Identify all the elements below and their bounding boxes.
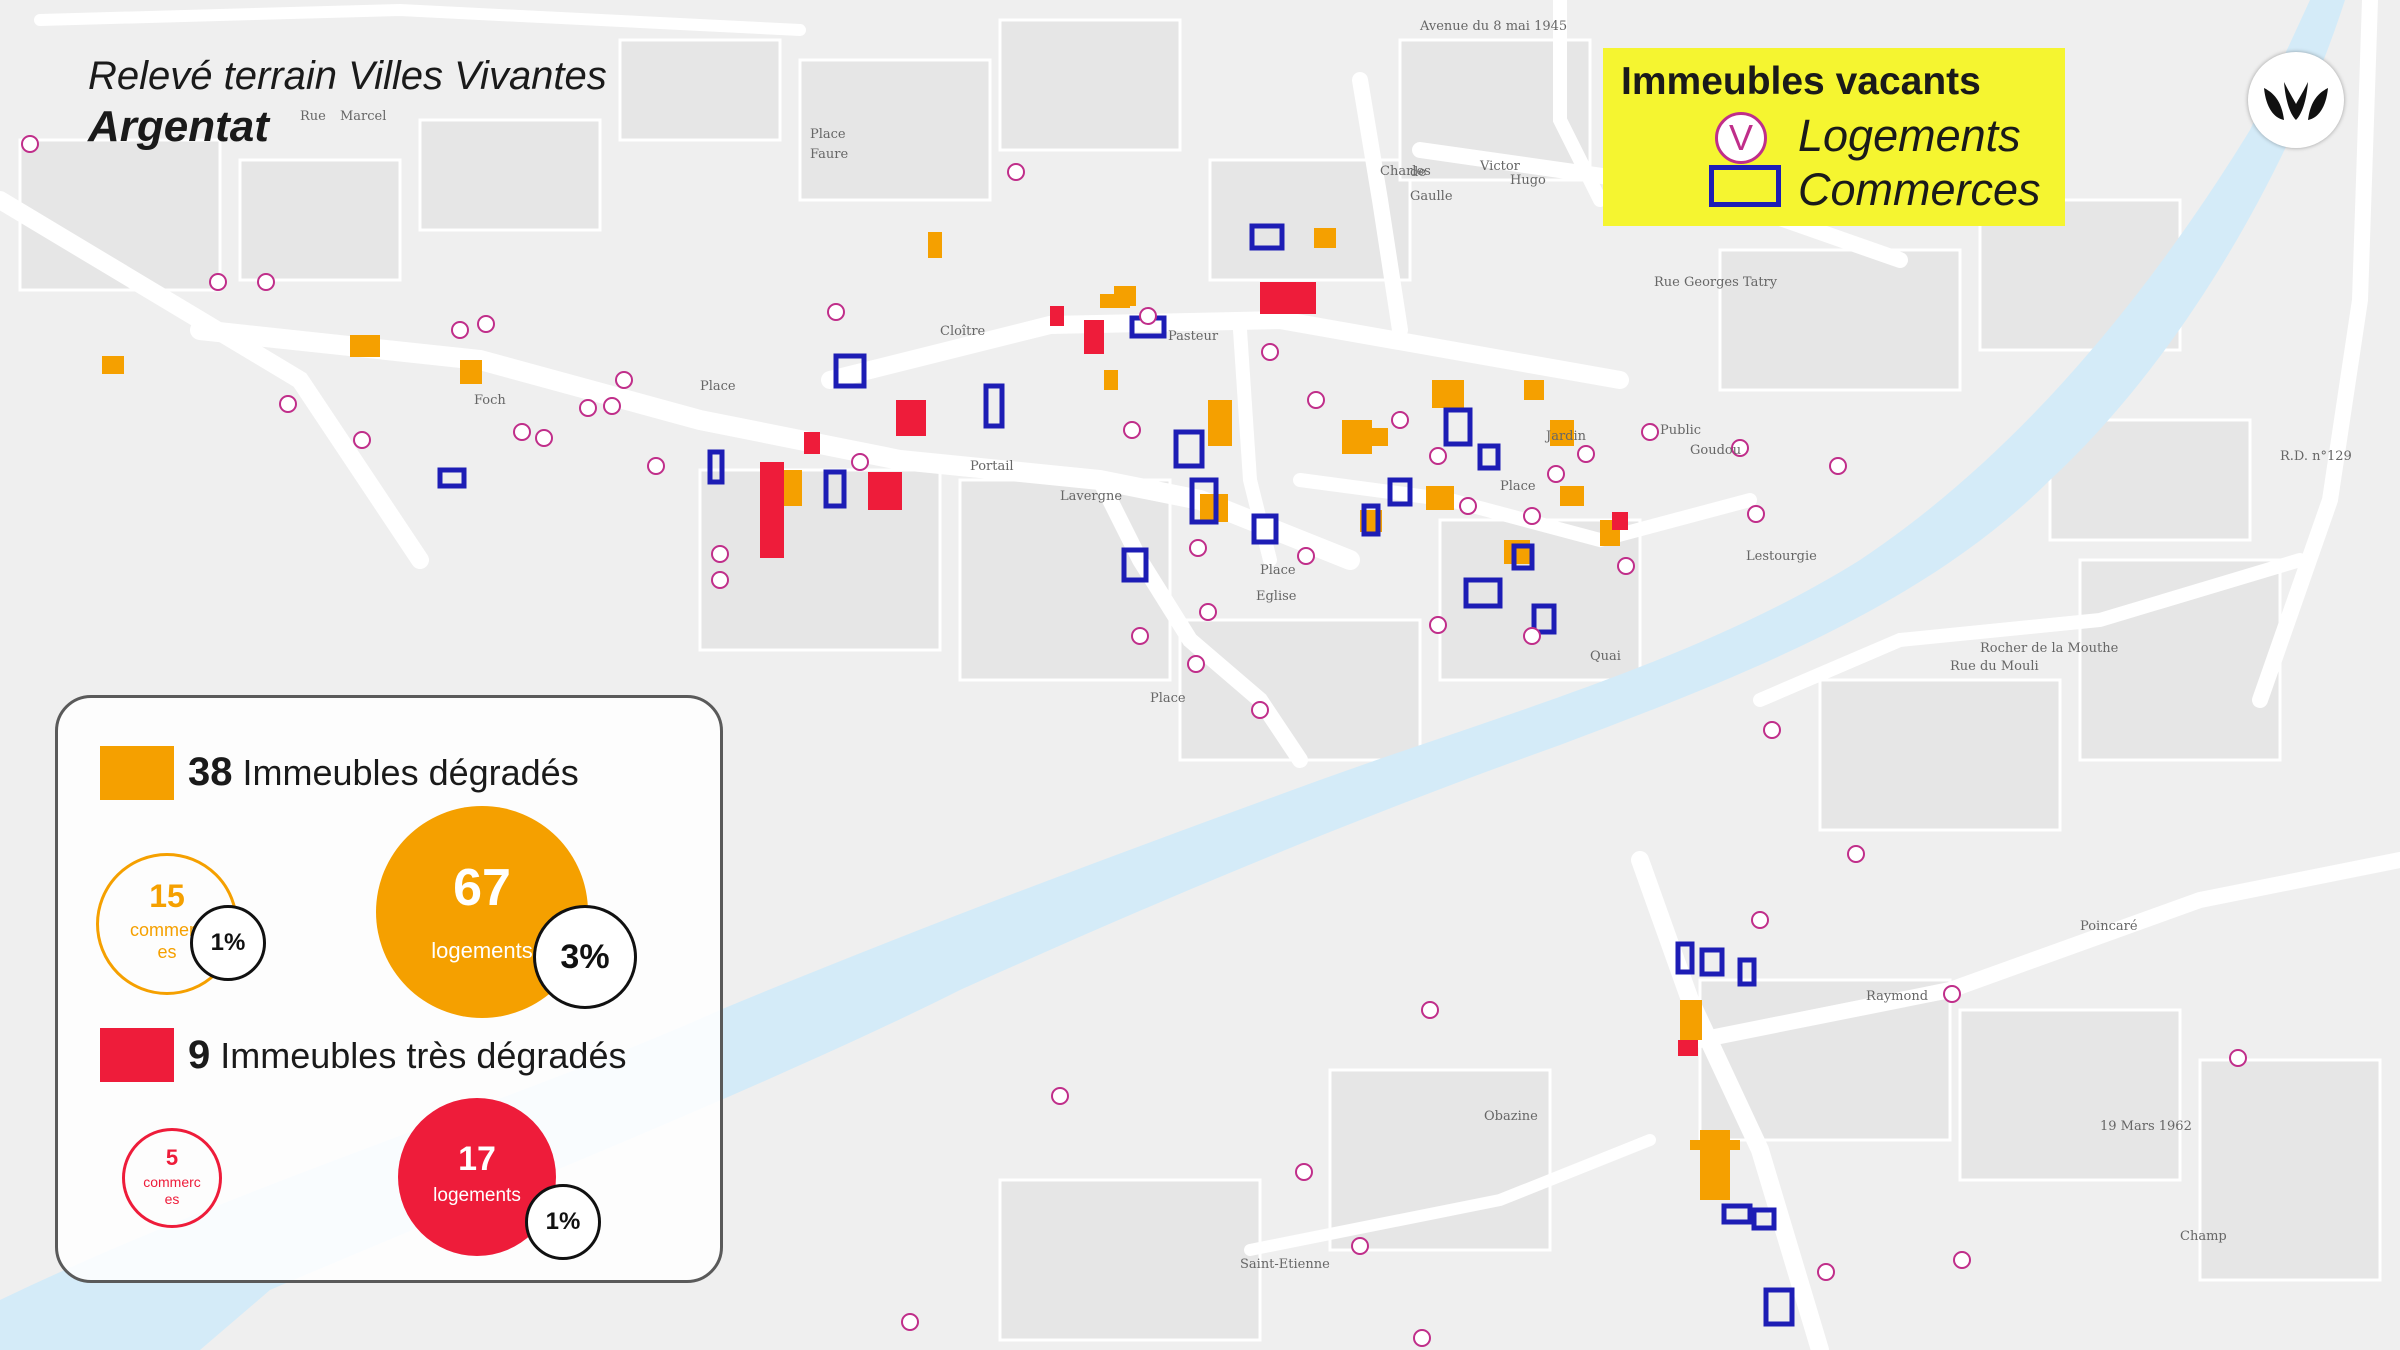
svg-text:Raymond: Raymond (1866, 989, 1928, 1004)
svg-text:Eglise: Eglise (1256, 589, 1297, 604)
very-degraded-swatch (100, 1028, 174, 1082)
svg-text:Rue du Mouli: Rue du Mouli (1950, 659, 2039, 674)
very-degraded-label: Immeubles très dégradés (220, 1035, 627, 1076)
degraded-housing-pct: 3% (533, 905, 637, 1009)
very-degraded-shops-circle: 5 commerces (122, 1128, 222, 1228)
svg-text:Lavergne: Lavergne (1060, 489, 1122, 504)
svg-text:de: de (1410, 165, 1426, 180)
town-name: Argentat (88, 102, 269, 151)
svg-text:Lestourgie: Lestourgie (1746, 549, 1817, 564)
very-degraded-housing-pct: 1% (525, 1184, 601, 1260)
svg-text:Hugo: Hugo (1510, 173, 1546, 188)
svg-text:Place: Place (1260, 563, 1296, 578)
svg-text:Victor: Victor (1479, 159, 1521, 174)
svg-text:Saint-Etienne: Saint-Etienne (1240, 1257, 1330, 1272)
statistics-panel: 38 Immeubles dégradés 15 commerces 1% 67… (55, 695, 723, 1283)
svg-text:Place: Place (810, 127, 846, 142)
degraded-count-line: 38 Immeubles dégradés (188, 750, 579, 795)
very-degraded-shops-count: 5 (165, 1145, 179, 1170)
svg-text:Place: Place (1150, 691, 1186, 706)
legend-housing-label: Logements (1798, 110, 2021, 161)
very-degraded-shops-label: commerces (143, 1174, 201, 1207)
vacant-buildings-legend: Immeubles vacants V Logements Commerces (1603, 48, 2065, 226)
svg-text:Poincaré: Poincaré (2080, 919, 2138, 934)
svg-text:Pasteur: Pasteur (1168, 329, 1219, 344)
legend-heading: Immeubles vacants (1621, 60, 1981, 103)
housing-v-icon: V (1715, 112, 1767, 164)
svg-text:Public: Public (1660, 423, 1701, 438)
shop-outline-icon (1709, 165, 1781, 207)
legend-shops-label: Commerces (1798, 164, 2041, 215)
svg-text:Foch: Foch (474, 393, 506, 408)
svg-text:Goudou: Goudou (1690, 443, 1741, 458)
svg-text:Place: Place (1500, 479, 1536, 494)
svg-text:Champ: Champ (2180, 1229, 2227, 1244)
svg-text:Rue Georges Tatry: Rue Georges Tatry (1654, 275, 1778, 290)
svg-text:Portail: Portail (970, 459, 1014, 474)
degraded-housing-count: 67 (453, 859, 511, 917)
svg-text:Faure: Faure (810, 147, 848, 162)
degraded-label: Immeubles dégradés (242, 752, 579, 793)
very-degraded-count: 9 (188, 1033, 211, 1077)
very-degraded-housing-count: 17 (458, 1140, 496, 1178)
map-title: Relevé terrain Villes Vivantes Argentat (88, 52, 607, 154)
leaf-logo-icon (2264, 82, 2328, 120)
svg-text:Cloître: Cloître (940, 324, 986, 339)
svg-text:Jardin: Jardin (1544, 429, 1587, 444)
svg-text:Obazine: Obazine (1484, 1109, 1538, 1124)
very-degraded-count-line: 9 Immeubles très dégradés (188, 1033, 626, 1078)
svg-text:Quai: Quai (1590, 649, 1621, 664)
svg-text:19 Mars 1962: 19 Mars 1962 (2100, 1119, 2192, 1134)
survey-title: Relevé terrain Villes Vivantes (88, 54, 607, 98)
svg-text:Place: Place (700, 379, 736, 394)
svg-text:R.D. n°129: R.D. n°129 (2280, 449, 2352, 464)
svg-text:Rocher de la Mouthe: Rocher de la Mouthe (1980, 641, 2119, 656)
degraded-swatch (100, 746, 174, 800)
degraded-count: 38 (188, 750, 233, 794)
brand-logo (2248, 52, 2344, 148)
svg-text:Avenue du 8 mai 1945: Avenue du 8 mai 1945 (1419, 19, 1567, 34)
degraded-shops-pct: 1% (190, 905, 266, 981)
svg-text:Gaulle: Gaulle (1410, 189, 1453, 204)
